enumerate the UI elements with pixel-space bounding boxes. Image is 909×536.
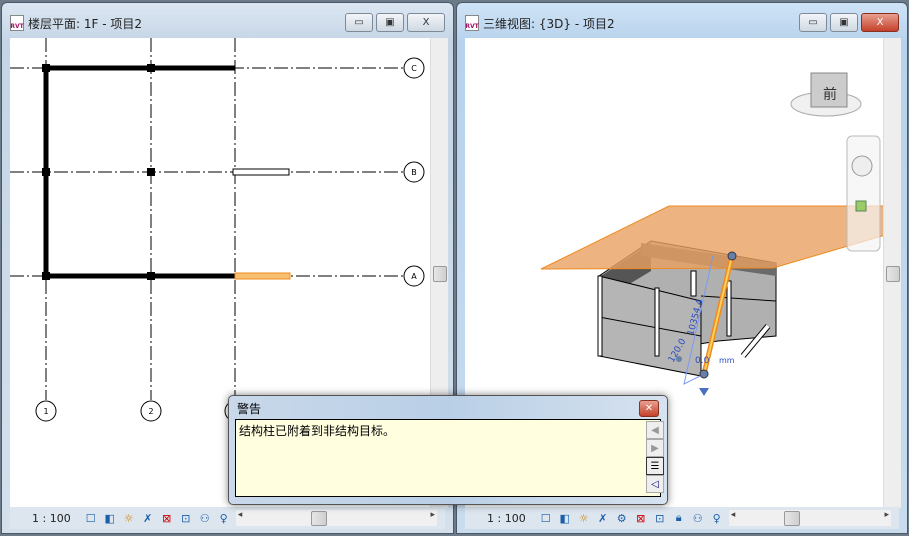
detail-level-icon[interactable]: ☐	[539, 511, 553, 525]
detail-level-icon[interactable]: ☐	[84, 511, 98, 525]
walls	[43, 65, 235, 279]
grid-bubble-C: C	[411, 64, 417, 73]
temporary-hide-icon[interactable]: ⚇	[198, 511, 212, 525]
reveal-hidden-icon[interactable]: ♀	[710, 511, 724, 525]
visual-style-icon[interactable]: ◧	[558, 511, 572, 525]
vertical-scrollbar[interactable]	[883, 38, 901, 508]
window-title: RVT 楼层平面: 1F - 项目2	[10, 13, 142, 33]
crop-region-icon[interactable]: ⊡	[179, 511, 193, 525]
visual-style-icon[interactable]: ◧	[103, 511, 117, 525]
grid-bubble-1: 1	[43, 407, 48, 416]
selected-column-plan	[234, 272, 291, 280]
maximize-button[interactable]: ▣	[830, 13, 858, 32]
close-button[interactable]: X	[861, 13, 899, 32]
sun-path-icon[interactable]: ☼	[122, 511, 136, 525]
shadows-icon[interactable]: ✗	[141, 511, 155, 525]
crop-view-icon[interactable]: ⊠	[160, 511, 174, 525]
title-text: 三维视图: {3D} - 项目2	[483, 16, 615, 31]
minimize-button[interactable]: ▭	[799, 13, 827, 32]
scale-label[interactable]: 1 : 100	[487, 512, 526, 525]
dimension-unit: mm	[719, 356, 735, 365]
close-button[interactable]: X	[407, 13, 445, 32]
horizontal-scrollbar[interactable]: ◂ ▸	[728, 510, 891, 526]
grid-bubble-2: 2	[148, 407, 153, 416]
crop-region-icon[interactable]: ⊡	[653, 511, 667, 525]
grid-bubble-B: B	[411, 168, 417, 177]
warning-dialog: 警告 ✕ 结构柱已附着到非结构目标。 ◀ ▶ ☰ ◁	[228, 395, 668, 505]
title-text: 楼层平面: 1F - 项目2	[28, 16, 142, 31]
zoom-region-icon	[855, 200, 867, 212]
horizontal-scrollbar[interactable]: ◂ ▸	[235, 510, 437, 526]
shadows-icon[interactable]: ✗	[596, 511, 610, 525]
view-control-bar: 1 : 100 ☐ ◧ ☼ ✗ ⚙ ⊠ ⊡ 🔒︎ ⚇ ♀ ◂ ▸	[465, 507, 899, 529]
maximize-button[interactable]: ▣	[376, 13, 404, 32]
view-control-bar: 1 : 100 ☐ ◧ ☼ ✗ ⊠ ⊡ ⚇ ♀ ◂ ▸	[10, 507, 445, 529]
rvt-icon: RVT	[10, 15, 24, 31]
dialog-title: 警告	[237, 402, 262, 416]
reveal-hidden-icon[interactable]: ♀	[217, 511, 231, 525]
warning-message: 结构柱已附着到非结构目标。	[235, 419, 661, 497]
lock-3d-view-icon[interactable]: 🔒︎	[672, 511, 686, 525]
slanted-column-plan	[232, 168, 290, 176]
steering-wheel-icon	[851, 155, 873, 177]
window-title: RVT 三维视图: {3D} - 项目2	[465, 13, 615, 33]
dialog-close-button[interactable]: ✕	[639, 400, 659, 417]
crop-view-icon[interactable]: ⊠	[634, 511, 648, 525]
expand-warning-button[interactable]: ☰	[646, 457, 664, 475]
viewcube-face-front[interactable]: 前	[823, 86, 837, 103]
minimize-button[interactable]: ▭	[345, 13, 373, 32]
rvt-icon: RVT	[465, 15, 479, 31]
grid-bubble-A: A	[411, 272, 417, 281]
navigation-bar[interactable]	[846, 135, 881, 252]
viewcube[interactable]: 前	[790, 72, 862, 117]
sound-icon[interactable]: ◁	[646, 475, 664, 493]
small-dimension[interactable]: 0.0	[695, 356, 710, 366]
render-icon[interactable]: ⚙	[615, 511, 629, 525]
sun-path-icon[interactable]: ☼	[577, 511, 591, 525]
previous-warning-button[interactable]: ◀	[646, 421, 664, 439]
temporary-hide-icon[interactable]: ⚇	[691, 511, 705, 525]
next-warning-button[interactable]: ▶	[646, 439, 664, 457]
scale-label[interactable]: 1 : 100	[32, 512, 71, 525]
